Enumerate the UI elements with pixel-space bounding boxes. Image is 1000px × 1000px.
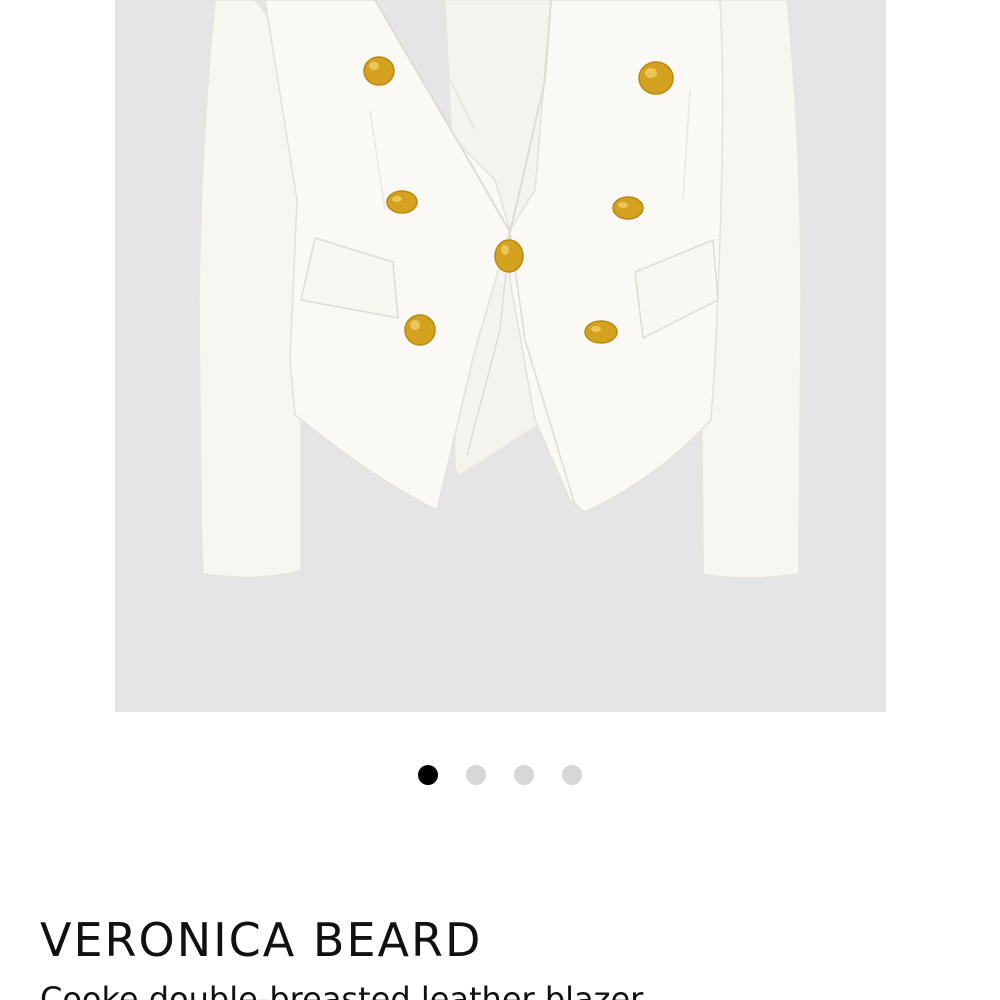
carousel-dot-1[interactable] bbox=[418, 765, 438, 785]
product-brand[interactable]: VERONICA BEARD bbox=[40, 917, 482, 963]
product-name: Cooke double-breasted leather blazer bbox=[40, 980, 644, 1000]
carousel-dot-3[interactable] bbox=[514, 765, 534, 785]
carousel-dot-2[interactable] bbox=[466, 765, 486, 785]
product-page: VERONICA BEARD Cooke double-breasted lea… bbox=[0, 0, 1000, 1000]
carousel-dot-4[interactable] bbox=[562, 765, 582, 785]
white-blazer-illustration bbox=[115, 0, 886, 712]
image-carousel-dots bbox=[0, 765, 1000, 787]
product-image[interactable] bbox=[115, 0, 886, 712]
